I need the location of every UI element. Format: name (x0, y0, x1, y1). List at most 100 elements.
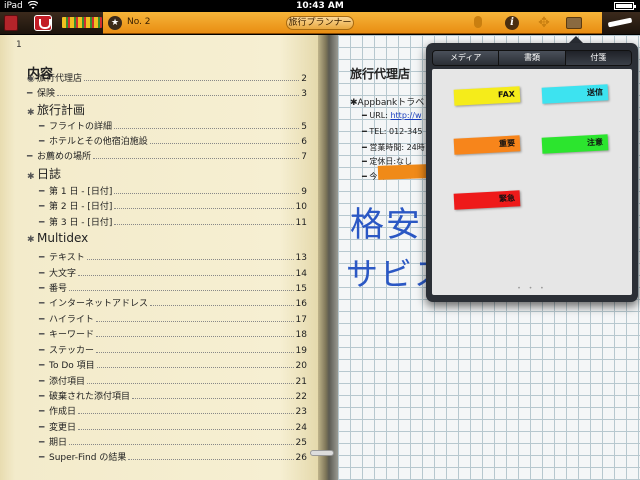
sticky-tag[interactable]: 重要 (453, 135, 521, 155)
toc-entry[interactable]: ━ テキスト 13 (27, 250, 307, 263)
microphone-icon[interactable] (474, 16, 482, 28)
bullet-icon: ━ (39, 407, 45, 417)
toc-entry[interactable]: ━ To Do 項目 20 (27, 358, 307, 371)
toc-entry[interactable]: ━ 添付項目 21 (27, 374, 307, 387)
toc-entry-title: テキスト (49, 253, 85, 263)
bullet-icon: ━ (39, 315, 45, 325)
toc-entry[interactable]: ━ ハイライト 17 (27, 312, 307, 325)
toc-page-number: 3 (301, 89, 307, 99)
url-link[interactable]: http://w (390, 111, 421, 120)
toc-entry[interactable]: ━ キーワード 18 (27, 327, 307, 340)
contact-line: ━ TEL: 012-345 (362, 127, 422, 136)
bullet-icon: ━ (39, 269, 45, 279)
toc-entry[interactable]: ◉ 旅行代理店 2 (27, 71, 307, 84)
toc-entry-title: 破棄された添付項目 (49, 392, 131, 402)
toc-entry-title: 旅行代理店 (37, 74, 83, 84)
toc-entry[interactable]: ━ 保険 3 (27, 86, 307, 99)
clock: 10:43 AM (296, 1, 344, 11)
dot-leader (150, 305, 294, 306)
toc-entry[interactable]: ━ Super-Find の結果 26 (27, 450, 307, 463)
sticker[interactable] (377, 164, 429, 180)
page-number-label: No. 2 (127, 17, 151, 27)
toc-entry[interactable]: ━ ステッカー 19 (27, 343, 307, 356)
dot-leader (149, 143, 300, 144)
sticky-tag[interactable]: 緊急 (453, 190, 521, 210)
star-icon[interactable]: ★ (108, 16, 122, 30)
toc-entry-title: 旅行計画 (37, 103, 86, 117)
toc-entry[interactable]: ━ インターネットアドレス 16 (27, 296, 307, 309)
popover-tab[interactable]: メディア (433, 51, 500, 65)
toc-entry[interactable]: ━ フライトの詳細 5 (27, 119, 307, 132)
sticky-tag[interactable]: 送信 (541, 84, 609, 104)
dot-leader (78, 413, 294, 414)
toc-entry[interactable]: ━ 大文字 14 (27, 266, 307, 279)
dot-leader (78, 275, 294, 276)
toc-page-number: 23 (295, 407, 307, 417)
dot-leader (128, 459, 294, 460)
pen-icon[interactable] (607, 17, 633, 28)
popover-tab[interactable]: 書類 (499, 51, 566, 65)
toc-entry-title: ステッカー (49, 346, 95, 356)
toc-entry-title: 第 1 日 - [日付] (49, 187, 113, 197)
popover-tab[interactable]: 付箋 (565, 51, 631, 65)
page-number: 1 (16, 40, 22, 50)
bullet-icon: ━ (39, 202, 45, 212)
dot-leader (86, 259, 294, 260)
page-indicator[interactable]: • • • (432, 285, 632, 292)
pencil-icon[interactable] (62, 17, 102, 28)
dot-leader (132, 398, 294, 399)
toc-page-number: 19 (295, 346, 307, 356)
move-icon[interactable]: ✥ (537, 16, 551, 30)
toc-entry[interactable]: ━ 第 1 日 - [日付] 9 (27, 184, 307, 197)
bullet-icon: ✱ (27, 172, 35, 182)
magnet-icon[interactable] (34, 15, 52, 31)
toc-entry-title: 日誌 (37, 167, 62, 181)
toc-page-number: 11 (295, 218, 307, 228)
bullet-icon: ━ (39, 361, 45, 371)
toc-page-number: 25 (295, 438, 307, 448)
toc-entry[interactable]: ━ 破棄された添付項目 22 (27, 389, 307, 402)
bullet-icon: ━ (39, 377, 45, 387)
image-icon[interactable] (566, 17, 582, 29)
toc-entry-title: 番号 (49, 284, 68, 294)
sticky-tag[interactable]: FAX (453, 86, 521, 106)
toc-entry-title: 大文字 (49, 269, 77, 279)
toc-entry[interactable]: ━ 期日 25 (27, 435, 307, 448)
page-ring[interactable] (310, 450, 334, 456)
toc-entry-title: To Do 項目 (49, 361, 95, 371)
notebook-spine (318, 35, 338, 480)
toc-entry-title: ハイライト (49, 315, 94, 325)
toc-entry[interactable]: ━ 作成日 23 (27, 404, 307, 417)
toc-page-number: 5 (301, 122, 307, 132)
toc-entry[interactable]: ━ ホテルとその他宿泊施設 6 (27, 134, 307, 147)
toc-entry[interactable]: ━ 番号 15 (27, 281, 307, 294)
toc-entry[interactable]: ━ 変更日 24 (27, 420, 307, 433)
bullet-icon: ━ (39, 187, 45, 197)
toc-entry[interactable]: ✱ 日誌 (27, 165, 307, 182)
toc-entry[interactable]: ━ お薦めの場所 7 (27, 149, 307, 162)
info-icon[interactable]: i (505, 16, 519, 30)
toc-page-number: 15 (295, 284, 307, 294)
toc-entry[interactable]: ━ 第 3 日 - [日付] 11 (27, 215, 307, 228)
content-title: 旅行代理店 (350, 67, 411, 81)
toc-entry[interactable]: ━ 第 2 日 - [日付] 10 (27, 199, 307, 212)
sticky-tag[interactable]: 注意 (541, 134, 609, 154)
dot-leader (78, 429, 294, 430)
bullet-icon: ━ (27, 89, 33, 99)
dot-leader (114, 224, 294, 225)
toc-page-number: 14 (295, 269, 307, 279)
toc-page-number: 17 (295, 315, 307, 325)
dot-leader (69, 290, 294, 291)
company-name: ✱Appbankトラベ (350, 98, 425, 108)
toc-entry[interactable]: ✱ 旅行計画 (27, 101, 307, 118)
toc-entry[interactable]: ✱ Multidex (27, 231, 307, 245)
bullet-icon: ━ (39, 122, 45, 132)
notebook-icon[interactable] (4, 15, 18, 31)
toc-page-number: 24 (295, 423, 307, 433)
bullet-icon: ━ (27, 152, 33, 162)
bullet-icon: ✱ (27, 235, 35, 245)
notebook-title-button[interactable]: 旅行プランナー (286, 16, 354, 30)
handwriting-note-1[interactable]: 格安 (350, 197, 422, 246)
contact-text: ━ URL: (362, 111, 391, 120)
bullet-icon: ━ (39, 137, 45, 147)
